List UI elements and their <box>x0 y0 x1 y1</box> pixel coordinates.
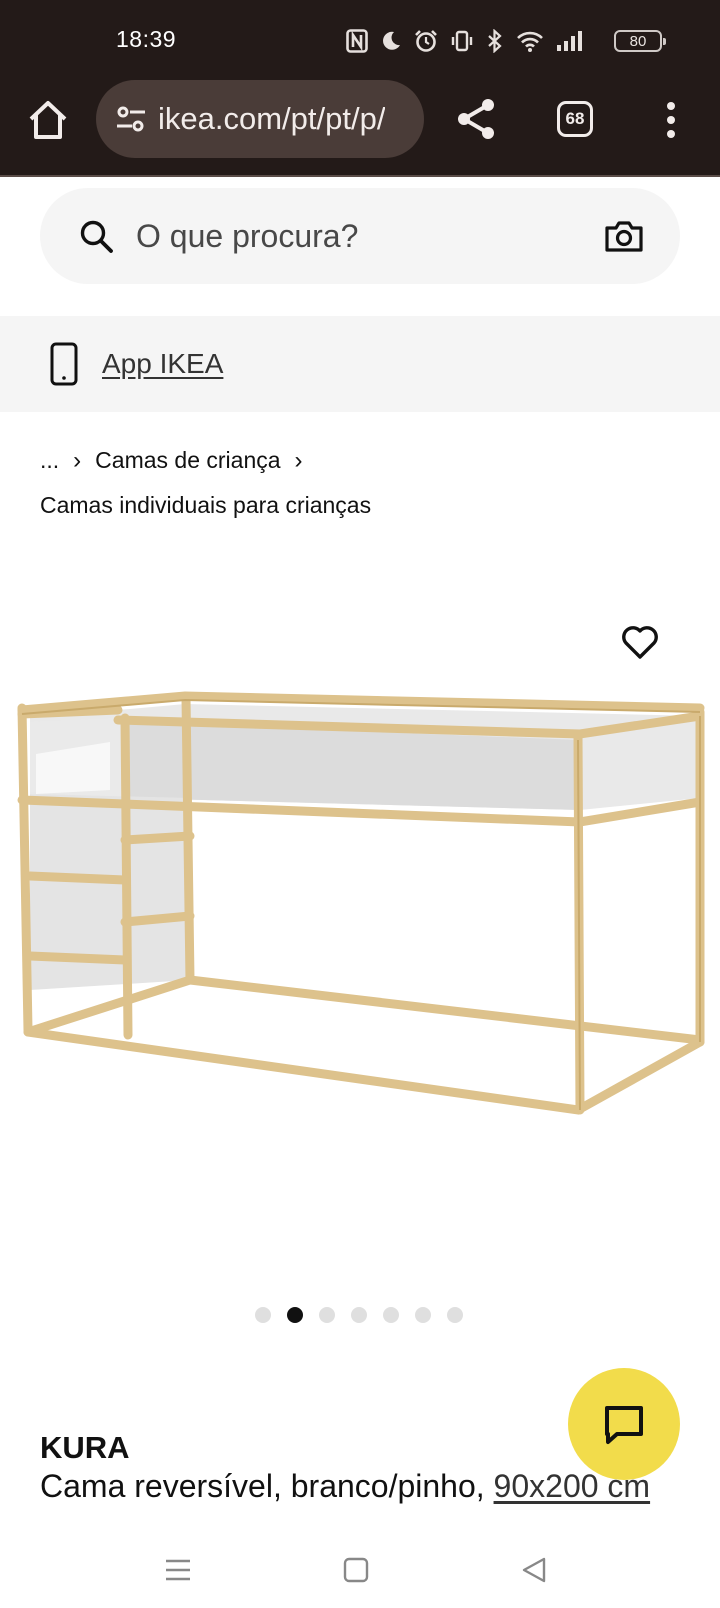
product-description-text: Cama reversível, branco/pinho, <box>40 1468 494 1504</box>
breadcrumb-item-camas-de-crianca[interactable]: Camas de criança <box>95 447 280 473</box>
do-not-disturb-moon-icon <box>383 31 400 50</box>
breadcrumb-ellipsis[interactable]: ... <box>40 447 59 473</box>
carousel-dot[interactable] <box>383 1307 399 1323</box>
alarm-icon <box>415 30 437 52</box>
breadcrumb: ... › Camas de criança › Camas individuais … <box>40 438 680 527</box>
camera-icon[interactable] <box>604 218 644 254</box>
app-banner[interactable]: App IKEA <box>0 316 720 412</box>
product-image[interactable] <box>0 690 720 1150</box>
heart-icon[interactable] <box>620 622 660 662</box>
tabs-icon[interactable]: 68 <box>557 101 593 137</box>
search-input[interactable] <box>136 217 576 255</box>
carousel-dot[interactable] <box>351 1307 367 1323</box>
app-ikea-link[interactable]: App IKEA <box>102 348 223 380</box>
battery-icon: 80 <box>614 30 666 52</box>
battery-level: 80 <box>629 32 647 50</box>
home-square-icon[interactable] <box>338 1552 374 1588</box>
carousel-dot[interactable] <box>447 1307 463 1323</box>
search-icon <box>80 220 113 253</box>
product-name: KURA <box>40 1430 130 1465</box>
nfc-icon <box>346 29 368 53</box>
breadcrumb-separator: › <box>73 447 82 474</box>
carousel-indicator <box>255 1307 463 1323</box>
url-text[interactable]: ikea.com/pt/pt/p/ <box>158 101 385 137</box>
carousel-dot[interactable] <box>255 1307 271 1323</box>
home-icon[interactable] <box>26 98 70 142</box>
site-settings-icon[interactable] <box>114 102 148 136</box>
more-vert-icon[interactable] <box>656 98 686 142</box>
carousel-dot[interactable] <box>287 1307 303 1323</box>
carousel-dot[interactable] <box>319 1307 335 1323</box>
chat-bubble-icon <box>605 1406 643 1444</box>
browser-toolbar: ikea.com/pt/pt/p/ 68 <box>0 80 720 177</box>
product-description: Cama reversível, branco/pinho, 90x200 cm <box>40 1468 650 1505</box>
signal-icon <box>557 31 582 51</box>
carousel-dot[interactable] <box>415 1307 431 1323</box>
status-icons <box>346 26 646 56</box>
status-bar: 18:39 80 <box>0 0 720 80</box>
back-triangle-icon[interactable] <box>516 1552 552 1588</box>
recent-apps-icon[interactable] <box>160 1552 196 1588</box>
vibrate-icon <box>451 30 473 52</box>
url-bar[interactable]: ikea.com/pt/pt/p/ <box>96 80 424 158</box>
breadcrumb-separator: › <box>294 447 303 474</box>
wifi-icon <box>517 31 543 52</box>
system-nav-bar <box>0 1530 720 1608</box>
search-bar[interactable] <box>40 188 680 284</box>
chat-button[interactable] <box>568 1368 680 1480</box>
tab-count: 68 <box>565 109 585 128</box>
bluetooth-icon <box>488 29 502 53</box>
product-size-link[interactable]: 90x200 cm <box>494 1468 651 1504</box>
breadcrumb-item-camas-individuais[interactable]: Camas individuais para crianças <box>40 492 371 518</box>
share-icon[interactable] <box>454 96 498 142</box>
status-time: 18:39 <box>116 26 177 52</box>
smartphone-icon <box>50 342 78 386</box>
